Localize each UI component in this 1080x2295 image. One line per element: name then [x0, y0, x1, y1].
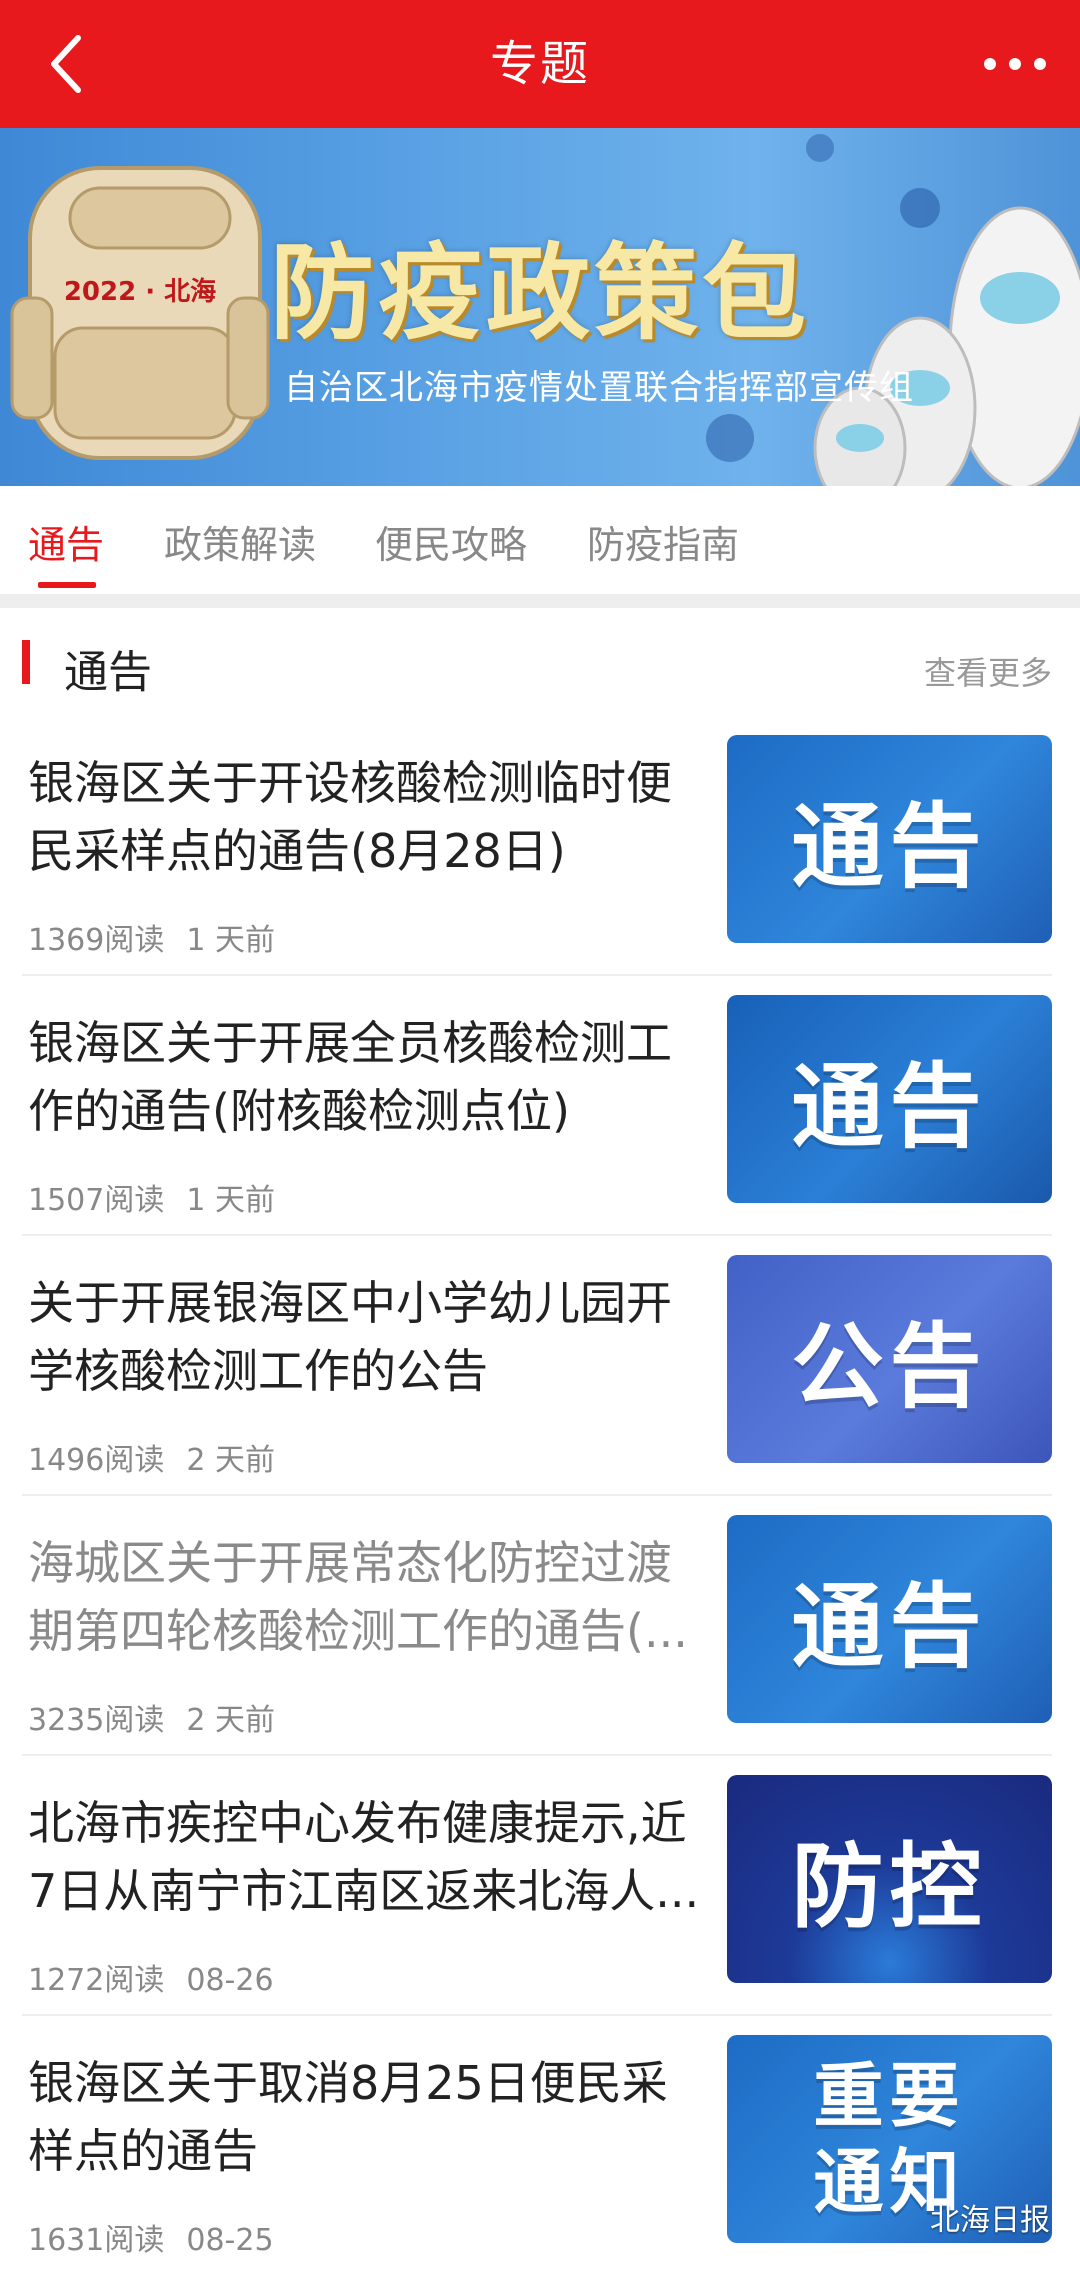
category-tabs: 通告 政策解读 便民攻略 防疫指南	[0, 486, 1080, 594]
read-count: 3235阅读	[28, 1703, 165, 1738]
article-title: 海城区关于开展常态化防控过渡期第四轮核酸检测工作的通告(...	[28, 1536, 688, 1658]
list-item[interactable]: 海城区关于开展常态化防控过渡期第四轮核酸检测工作的通告(... 3235阅读 2 …	[0, 1515, 1080, 1775]
article-meta: 1496阅读 2 天前	[28, 1435, 275, 1479]
read-count: 1631阅读	[28, 2223, 165, 2258]
section-header: 通告 查看更多	[0, 608, 1080, 718]
thumbnail-label: 通告	[791, 1053, 988, 1161]
article-title: 北海市疾控中心发布健康提示,近7日从南宁市江南区返来北海人...	[28, 1796, 700, 1918]
publish-time: 1 天前	[186, 1183, 275, 1218]
divider	[0, 594, 1080, 608]
banner-subtitle: 自治区北海市疫情处置联合指挥部宣传组	[284, 368, 914, 408]
more-dots-icon	[984, 58, 1046, 70]
page-title: 专题	[489, 36, 590, 92]
article-meta: 1272阅读 08-26	[28, 1955, 274, 1999]
thumbnail-label: 通告	[791, 793, 988, 901]
list-item[interactable]: 北海市疾控中心发布健康提示,近7日从南宁市江南区返来北海人... 1272阅读 0…	[0, 1775, 1080, 2035]
divider	[22, 1494, 1052, 1496]
banner-title: 防疫政策包	[270, 232, 811, 354]
article-meta: 3235阅读 2 天前	[28, 1695, 275, 1739]
article-title: 银海区关于取消8月25日便民采样点的通告	[28, 2056, 668, 2178]
article-title: 银海区关于开设核酸检测临时便民采样点的通告(8月28日)	[28, 756, 672, 878]
list-item[interactable]: 银海区关于开展全员核酸检测工作的通告(附核酸检测点位) 1507阅读 1 天前 通…	[0, 995, 1080, 1255]
article-meta: 1507阅读 1 天前	[28, 1175, 275, 1219]
active-tab-indicator	[38, 582, 96, 588]
article-thumbnail: 通告	[727, 1515, 1052, 1723]
tab-convenience[interactable]: 便民攻略	[375, 514, 527, 569]
article-meta: 1369阅读 1 天前	[28, 915, 275, 959]
list-item[interactable]: 银海区关于取消8月25日便民采样点的通告 1631阅读 08-25 重要通知	[0, 2035, 1080, 2295]
article-title: 银海区关于开展全员核酸检测工作的通告(附核酸检测点位)	[28, 1016, 672, 1138]
article-thumbnail: 公告	[727, 1255, 1052, 1463]
tab-guide[interactable]: 防疫指南	[587, 514, 739, 569]
divider	[22, 2014, 1052, 2016]
publish-time: 08-25	[186, 2223, 274, 2258]
read-count: 1369阅读	[28, 923, 165, 958]
bag-label: 2022 · 北海	[64, 277, 216, 307]
watermark: 北海日报	[930, 2203, 1050, 2238]
publish-time: 1 天前	[186, 923, 275, 958]
article-meta: 1631阅读 08-25	[28, 2215, 274, 2259]
thumbnail-label: 公告	[791, 1313, 988, 1421]
divider	[22, 1234, 1052, 1236]
divider	[22, 1754, 1052, 1756]
read-count: 1496阅读	[28, 1443, 165, 1478]
publish-time: 08-26	[186, 1963, 274, 1998]
list-item[interactable]: 关于开展银海区中小学幼儿园开学核酸检测工作的公告 1496阅读 2 天前 公告	[0, 1255, 1080, 1515]
top-bar: 专题	[0, 0, 1080, 128]
thumbnail-label: 防控	[791, 1833, 988, 1941]
article-title: 关于开展银海区中小学幼儿园开学核酸检测工作的公告	[28, 1276, 672, 1398]
divider	[22, 974, 1052, 976]
article-thumbnail: 通告	[727, 995, 1052, 1203]
read-count: 1272阅读	[28, 1963, 165, 1998]
list-item[interactable]: 银海区关于开设核酸检测临时便民采样点的通告(8月28日) 1369阅读 1 天前 …	[0, 735, 1080, 995]
see-more-link[interactable]: 查看更多	[924, 648, 1052, 694]
section-title: 通告	[64, 647, 152, 698]
read-count: 1507阅读	[28, 1183, 165, 1218]
article-thumbnail: 防控	[727, 1775, 1052, 1983]
publish-time: 2 天前	[186, 1703, 275, 1738]
topic-banner[interactable]: 2022 · 北海 防疫政策包 自治区北海市疫情处置联合指挥部宣传组	[0, 128, 1080, 486]
article-thumbnail: 通告	[727, 735, 1052, 943]
tab-notice[interactable]: 通告	[28, 514, 104, 569]
more-button[interactable]	[980, 44, 1050, 84]
thumbnail-label: 通告	[791, 1573, 988, 1681]
publish-time: 2 天前	[186, 1443, 275, 1478]
section-marker	[22, 640, 30, 684]
tab-policy[interactable]: 政策解读	[164, 514, 316, 569]
